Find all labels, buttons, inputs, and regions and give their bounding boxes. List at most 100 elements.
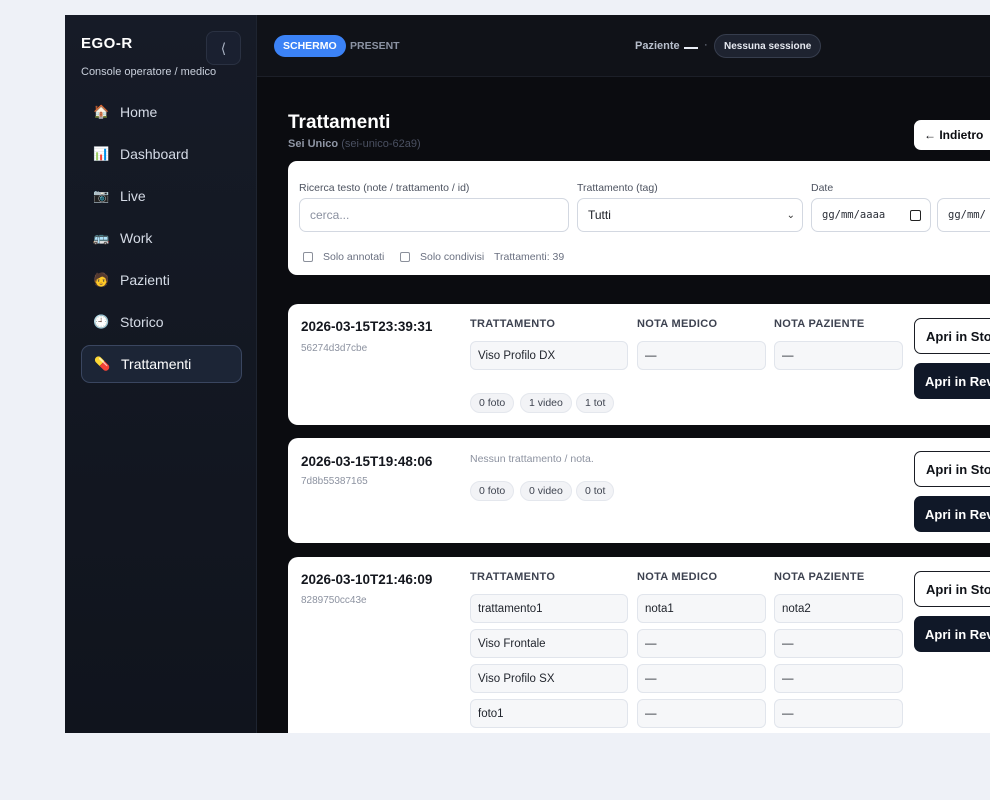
only-shared-checkbox[interactable]: Solo condivisi [400, 251, 484, 263]
sidebar-item-storico[interactable]: 🕘 Storico [81, 303, 242, 341]
checkbox-box[interactable] [400, 252, 410, 262]
treatments-count: Trattamenti: 39 [494, 251, 565, 263]
date-from-input[interactable]: gg/mm/aaaa [811, 198, 931, 232]
only-annotated-checkbox[interactable]: Solo annotati [303, 251, 384, 263]
sidebar-item-trattamenti[interactable]: 💊 Trattamenti [81, 345, 242, 383]
treatment-card: 2026-03-10T21:46:09 8289750cc43e TRATTAM… [288, 557, 990, 733]
tag-select[interactable]: Tutti ⌄ [577, 198, 803, 232]
separator-dot: · [704, 39, 708, 51]
total-count-pill: 1 tot [576, 393, 615, 413]
doctor-note-cell: nota1 [637, 594, 766, 623]
doctor-note-cell: — [637, 664, 766, 693]
chart-icon: 📊 [93, 146, 110, 161]
sidebar-item-work[interactable]: 🚌 Work [81, 219, 242, 257]
checkbox-box[interactable] [303, 252, 313, 262]
open-review-button[interactable]: Apri in Review [914, 363, 990, 399]
header-treatment: TRATTAMENTO [470, 318, 556, 330]
treatment-card: 2026-03-15T19:48:06 7d8b55387165 Nessun … [288, 438, 990, 543]
total-count-pill: 0 tot [576, 481, 615, 501]
doctor-note-cell: — [637, 699, 766, 728]
sidebar-nav: 🏠 Home 📊 Dashboard 📷 Live 🚌 Work 🧑 Pazie… [81, 93, 242, 387]
open-history-button[interactable]: Apri in Storico [914, 571, 990, 607]
sidebar-item-label: Dashboard [120, 146, 189, 162]
doctor-note-cell: — [637, 629, 766, 658]
open-review-button[interactable]: Apri in Review [914, 496, 990, 532]
date-to-value: gg/mm/ [948, 209, 986, 221]
photo-count-pill: 0 foto [470, 393, 515, 413]
sidebar-item-pazienti[interactable]: 🧑 Pazienti [81, 261, 242, 299]
sidebar-item-label: Storico [120, 314, 164, 330]
mode-toggle-schermo[interactable]: SCHERMO [274, 35, 346, 57]
sidebar-item-label: Home [120, 104, 158, 120]
search-label: Ricerca testo (note / trattamento / id) [299, 182, 470, 194]
header-doctor-note: NOTA MEDICO [637, 571, 718, 583]
card-id: 8289750cc43e [301, 595, 367, 606]
main-content: Trattamenti Sei Unico (sei-unico-62a9) ←… [257, 77, 990, 733]
sidebar-item-label: Trattamenti [121, 356, 192, 372]
header-doctor-note: NOTA MEDICO [637, 318, 718, 330]
sidebar-item-home[interactable]: 🏠 Home [81, 93, 242, 131]
sidebar-item-label: Work [120, 230, 153, 246]
sidebar-item-label: Live [120, 188, 146, 204]
doctor-note-cell: — [637, 341, 766, 370]
video-count-pill: 1 video [520, 393, 572, 413]
only-annotated-label: Solo annotati [323, 251, 385, 263]
card-timestamp: 2026-03-15T19:48:06 [301, 454, 433, 469]
patient-empty-dash [684, 47, 698, 49]
date-from-value: gg/mm/aaaa [822, 209, 886, 221]
clock-icon: 🕘 [93, 314, 110, 329]
card-id: 7d8b55387165 [301, 476, 368, 487]
patient-note-cell: — [774, 699, 903, 728]
date-to-input[interactable]: gg/mm/ [937, 198, 990, 232]
session-badge: Nessuna sessione [714, 34, 822, 58]
open-history-button[interactable]: Apri in Storico [914, 318, 990, 354]
patient-id: (sei-unico-62a9) [341, 138, 421, 150]
card-timestamp: 2026-03-10T21:46:09 [301, 572, 433, 587]
chevron-down-icon: ⌄ [786, 209, 795, 221]
sidebar-item-label: Pazienti [120, 272, 170, 288]
empty-note: Nessun trattamento / nota. [470, 453, 594, 465]
patient-note-cell: nota2 [774, 594, 903, 623]
open-review-button[interactable]: Apri in Review [914, 616, 990, 652]
patient-note-cell: — [774, 341, 903, 370]
search-input[interactable]: cerca... [299, 198, 569, 232]
treatment-card: 2026-03-15T23:39:31 56274d3d7cbe TRATTAM… [288, 304, 990, 425]
app-window: EGO-R Console operatore / medico ⟨ 🏠 Hom… [65, 15, 990, 733]
back-button[interactable]: ← Indietro [914, 120, 990, 150]
tag-select-value: Tutti [588, 208, 611, 222]
filters-panel: Ricerca testo (note / trattamento / id) … [288, 161, 990, 275]
only-shared-label: Solo condivisi [420, 251, 485, 263]
patient-note-cell: — [774, 664, 903, 693]
photo-count-pill: 0 foto [470, 481, 515, 501]
date-label: Date [811, 182, 834, 194]
sidebar-item-dashboard[interactable]: 📊 Dashboard [81, 135, 242, 173]
tag-label: Trattamento (tag) [577, 182, 658, 194]
sidebar: EGO-R Console operatore / medico ⟨ 🏠 Hom… [65, 15, 257, 733]
card-timestamp: 2026-03-15T23:39:31 [301, 319, 433, 334]
chevron-left-icon: ⟨ [220, 39, 227, 56]
camera-icon: 📷 [93, 188, 110, 203]
calendar-icon[interactable] [910, 209, 921, 221]
collapse-sidebar-button[interactable]: ⟨ [206, 31, 241, 65]
page-title: Trattamenti [288, 112, 391, 133]
patient-note-cell: — [774, 629, 903, 658]
home-icon: 🏠 [93, 104, 110, 119]
card-id: 56274d3d7cbe [301, 343, 368, 354]
topbar: SCHERMO PRESENT Paziente · Nessuna sessi… [257, 15, 990, 77]
treatment-cell: trattamento1 [470, 594, 628, 623]
treatment-cell: Viso Profilo DX [470, 341, 628, 370]
sidebar-item-live[interactable]: 📷 Live [81, 177, 242, 215]
brand-subtitle: Console operatore / medico [81, 66, 217, 78]
patient-label: Paziente [635, 40, 680, 52]
person-icon: 🧑 [93, 272, 110, 287]
header-patient-note: NOTA PAZIENTE [774, 318, 865, 330]
treatment-cell: Viso Frontale [470, 629, 628, 658]
video-count-pill: 0 video [520, 481, 572, 501]
treatment-cell: foto1 [470, 699, 628, 728]
open-history-button[interactable]: Apri in Storico [914, 451, 990, 487]
header-treatment: TRATTAMENTO [470, 571, 556, 583]
mode-toggle-present[interactable]: PRESENT [350, 40, 400, 52]
header-patient-note: NOTA PAZIENTE [774, 571, 865, 583]
bus-icon: 🚌 [93, 230, 110, 245]
patient-name: Sei Unico [288, 138, 339, 150]
